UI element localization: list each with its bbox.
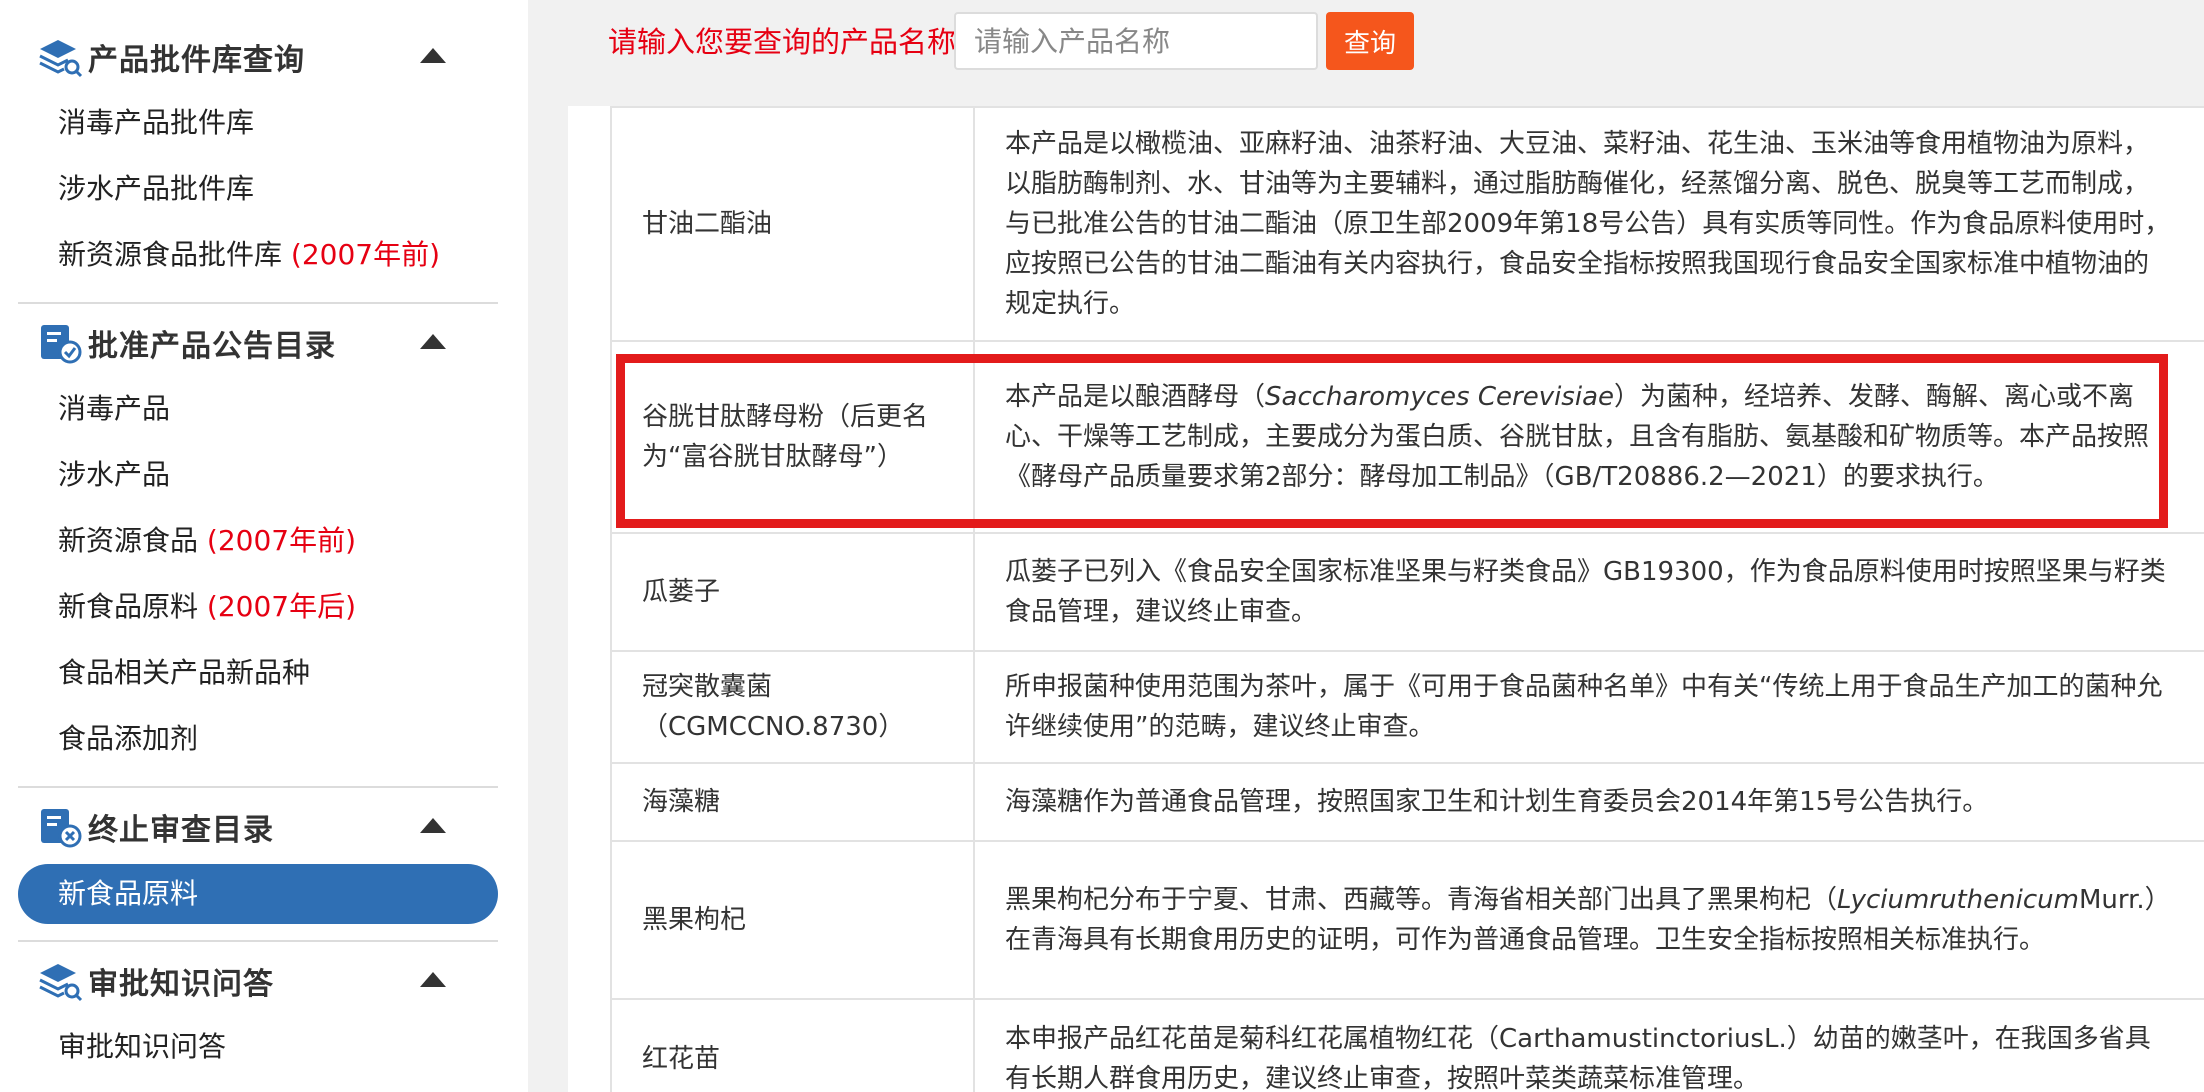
sidebar-item-food-related-products[interactable]: 食品相关产品新品种 — [58, 649, 310, 697]
sidebar-item-label: 新资源食品 — [58, 524, 207, 557]
sidebar: 产品批件库查询 消毒产品批件库 涉水产品批件库 新资源食品批件库 (2007年前… — [0, 0, 528, 1092]
divider — [18, 940, 498, 942]
product-desc-cell: 所申报菌种使用范围为茶叶，属于《可用于食品菌种名单》中有关“传统上用于食品生产加… — [973, 650, 2204, 764]
table-row: 红花苗 本申报产品红花苗是菊科红花属植物红花（Carthamustinctori… — [610, 998, 2204, 1092]
table-row: 黑果枸杞 黑果枸杞分布于宁夏、甘肃、西藏等。青海省相关部门出具了黑果枸杞（Lyc… — [610, 840, 2204, 1000]
terminated-catalog-icon — [41, 809, 82, 848]
search-input[interactable] — [954, 12, 1318, 70]
desc-text: 本产品是以酿酒酵母（ — [1005, 382, 1266, 412]
product-desc-cell: 黑果枸杞分布于宁夏、甘肃、西藏等。青海省相关部门出具了黑果枸杞（Lyciumru… — [973, 840, 2204, 1000]
results-panel: 甘油二酯油 本产品是以橄榄油、亚麻籽油、油茶籽油、大豆油、菜籽油、花生油、玉米油… — [568, 106, 2204, 1092]
section-header-knowledge-qa[interactable]: 审批知识问答 — [36, 954, 506, 1008]
results-table: 甘油二酯油 本产品是以橄榄油、亚麻籽油、油茶籽油、大豆油、菜籽油、花生油、玉米油… — [610, 106, 2204, 1092]
table-row: 瓜蒌子 瓜蒌子已列入《食品安全国家标准坚果与籽类食品》GB19300，作为食品原… — [610, 532, 2204, 652]
product-desc-cell: 本产品是以橄榄油、亚麻籽油、油茶籽油、大豆油、菜籽油、花生油、玉米油等食用植物油… — [973, 106, 2204, 342]
collapse-arrow-icon[interactable] — [420, 972, 446, 987]
product-name-cell: 冠突散囊菌（CGMCCNO.8730） — [610, 650, 975, 764]
collapse-arrow-icon[interactable] — [420, 818, 446, 833]
sidebar-item-disinfection-batch[interactable]: 消毒产品批件库 — [58, 99, 254, 147]
date-note: (2007年前) — [290, 238, 441, 271]
table-row: 冠突散囊菌（CGMCCNO.8730） 所申报菌种使用范围为茶叶，属于《可用于食… — [610, 650, 2204, 764]
table-row: 海藻糖 海藻糖作为普通食品管理，按照国家卫生和计划生育委员会2014年第15号公… — [610, 762, 2204, 842]
sidebar-item-disinfection[interactable]: 消毒产品 — [58, 385, 170, 433]
product-name-cell: 红花苗 — [610, 998, 975, 1092]
sidebar-item-water-batch[interactable]: 涉水产品批件库 — [58, 165, 254, 213]
layers-search-icon — [39, 40, 83, 78]
sidebar-item-knowledge-qa[interactable]: 审批知识问答 — [58, 1023, 226, 1071]
section-title: 终止审查目录 — [88, 813, 274, 848]
collapse-arrow-icon[interactable] — [420, 48, 446, 63]
desc-text: 黑果枸杞分布于宁夏、甘肃、西藏等。青海省相关部门出具了黑果枸杞（ — [1005, 885, 1838, 915]
divider — [18, 786, 498, 788]
search-label: 请输入您要查询的产品名称 — [608, 25, 957, 59]
product-name-cell: 黑果枸杞 — [610, 840, 975, 1000]
latin-name: Lyciumruthenicum — [1837, 885, 2079, 915]
sidebar-item-new-food-material-active[interactable]: 新食品原料 — [18, 864, 498, 924]
divider — [18, 302, 498, 304]
product-name-cell: 海藻糖 — [610, 762, 975, 842]
product-desc-cell: 瓜蒌子已列入《食品安全国家标准坚果与籽类食品》GB19300，作为食品原料使用时… — [973, 532, 2204, 652]
approved-catalog-icon — [41, 325, 82, 364]
section-title: 产品批件库查询 — [88, 43, 305, 78]
sidebar-item-label: 新食品原料 — [58, 590, 207, 623]
section-header-approved-catalog[interactable]: 批准产品公告目录 — [36, 316, 506, 370]
sidebar-item-food-additives[interactable]: 食品添加剂 — [58, 715, 198, 763]
section-title: 审批知识问答 — [88, 967, 274, 1002]
table-row: 甘油二酯油 本产品是以橄榄油、亚麻籽油、油茶籽油、大豆油、菜籽油、花生油、玉米油… — [610, 106, 2204, 342]
product-desc-cell: 海藻糖作为普通食品管理，按照国家卫生和计划生育委员会2014年第15号公告执行。 — [973, 762, 2204, 842]
section-title: 批准产品公告目录 — [88, 329, 336, 364]
section-header-terminated-catalog[interactable]: 终止审查目录 — [36, 800, 506, 854]
product-name-cell: 甘油二酯油 — [610, 106, 975, 342]
product-desc-cell: 本申报产品红花苗是菊科红花属植物红花（CarthamustinctoriusL.… — [973, 998, 2204, 1092]
sidebar-item-label: 新资源食品批件库 — [58, 238, 291, 271]
date-note: (2007年后) — [206, 590, 357, 623]
sidebar-item-new-food-material[interactable]: 新食品原料 (2007年后) — [58, 583, 356, 631]
sidebar-item-water[interactable]: 涉水产品 — [58, 451, 170, 499]
date-note: (2007年前) — [206, 524, 357, 557]
layers-search-icon — [39, 964, 83, 1002]
product-desc-cell: 本产品是以酿酒酵母（Saccharomyces Cerevisiae）为菌种，经… — [973, 340, 2204, 534]
sidebar-item-new-resource-food[interactable]: 新资源食品 (2007年前) — [58, 517, 356, 565]
collapse-arrow-icon[interactable] — [420, 334, 446, 349]
section-header-batch-query[interactable]: 产品批件库查询 — [36, 30, 506, 84]
search-button[interactable]: 查询 — [1326, 12, 1414, 70]
product-name-cell: 瓜蒌子 — [610, 532, 975, 652]
table-row: 谷胱甘肽酵母粉（后更名为“富谷胱甘肽酵母”） 本产品是以酿酒酵母（Sacchar… — [610, 340, 2204, 534]
latin-name: Saccharomyces Cerevisiae — [1265, 382, 1615, 412]
sidebar-item-new-resource-batch[interactable]: 新资源食品批件库 (2007年前) — [58, 231, 440, 279]
product-name-cell: 谷胱甘肽酵母粉（后更名为“富谷胱甘肽酵母”） — [610, 340, 975, 534]
